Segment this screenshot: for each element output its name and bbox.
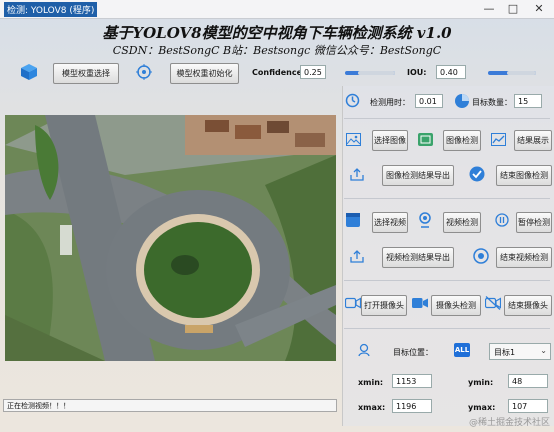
trend-chart-icon — [491, 133, 506, 146]
image-detect-icon — [418, 133, 433, 146]
pie-chart-icon — [455, 94, 469, 108]
close-icon[interactable]: ✕ — [528, 1, 550, 16]
export-video-results-button[interactable]: 视频检测结果导出 — [382, 247, 454, 268]
target-position-label: 目标位置： — [393, 348, 433, 357]
chevron-down-icon: ⌄ — [540, 346, 547, 355]
upload-icon — [350, 250, 364, 263]
detect-video-button[interactable]: 视频检测 — [443, 212, 481, 233]
maximize-icon[interactable]: □ — [502, 1, 524, 16]
xmin-value: 1153 — [392, 374, 432, 388]
xmax-label: xmax: — [358, 403, 386, 412]
target-icon — [136, 64, 152, 80]
xmax-value: 1196 — [392, 399, 432, 413]
xmin-label: xmin: — [358, 378, 384, 387]
show-results-button[interactable]: 结果展示 — [514, 130, 552, 151]
camera-off-icon — [485, 296, 501, 310]
ymin-value: 48 — [508, 374, 548, 388]
detect-image-button[interactable]: 图像检测 — [443, 130, 481, 151]
confidence-label: Confidence: — [252, 68, 306, 77]
open-camera-button[interactable]: 打开摄像头 — [361, 295, 407, 316]
page-title: 基于YOLOV8模型的空中视角下车辆检测系统 v1.0 — [102, 24, 452, 42]
camera-detect-icon — [412, 298, 428, 308]
window-title: 检测: YOLOV8 (程序) — [4, 2, 98, 17]
image-icon — [346, 133, 361, 146]
ymin-label: ymin: — [468, 378, 494, 387]
iou-input[interactable]: 0.40 — [436, 65, 466, 79]
iou-label: IOU: — [407, 68, 427, 77]
count-label: 目标数量： — [472, 98, 512, 107]
watermark: @稀土掘金技术社区 — [468, 418, 550, 428]
divider — [344, 198, 550, 199]
pause-detection-button[interactable]: 暂停检测 — [516, 212, 552, 233]
location-pin-icon — [358, 343, 370, 357]
export-image-results-button[interactable]: 图像检测结果导出 — [382, 165, 454, 186]
divider — [344, 280, 550, 281]
ymax-value: 107 — [508, 399, 548, 413]
page-subtitle: CSDN：BestSongC B站：Bestsongc 微信公众号：BestSo… — [112, 44, 442, 57]
upload-icon — [350, 168, 364, 181]
target-select-value: 目标1 — [494, 348, 516, 357]
aerial-roundabout-image — [5, 115, 336, 361]
iou-slider[interactable] — [488, 71, 536, 75]
ymax-label: ymax: — [468, 403, 496, 412]
cube-icon — [21, 64, 37, 80]
select-weights-button[interactable]: 模型权重选择 — [53, 63, 119, 84]
clock-icon — [345, 93, 360, 108]
webcam-icon — [419, 212, 431, 228]
detect-camera-button[interactable]: 摄像头检测 — [431, 295, 481, 316]
init-weights-button[interactable]: 模型权重初始化 — [170, 63, 239, 84]
camera-icon — [345, 297, 361, 309]
select-image-button[interactable]: 选择图像 — [372, 130, 408, 151]
select-video-button[interactable]: 选择视频 — [372, 212, 408, 233]
stop-circle-icon — [473, 248, 489, 264]
window-title-bar: 检测: YOLOV8 (程序) — □ ✕ — [0, 0, 554, 19]
video-file-icon — [346, 213, 360, 227]
time-value: 0.01 — [415, 94, 443, 108]
confidence-input[interactable]: 0.25 — [300, 65, 326, 79]
target-select[interactable]: 目标1 ⌄ — [489, 343, 551, 360]
confidence-slider[interactable] — [345, 71, 395, 75]
stop-camera-button[interactable]: 结束摄像头 — [504, 295, 552, 316]
status-bar: 正在检测视频！！！ — [3, 399, 337, 412]
time-label: 检测用时： — [370, 98, 410, 107]
divider — [344, 328, 550, 329]
divider — [344, 118, 550, 119]
minimize-icon[interactable]: — — [478, 1, 500, 16]
check-circle-icon — [469, 166, 485, 182]
all-targets-badge: ALL — [454, 343, 470, 357]
detection-image-view — [5, 115, 336, 361]
stop-video-detection-button[interactable]: 结束视频检测 — [496, 247, 552, 268]
pause-icon — [495, 213, 509, 227]
count-value: 15 — [514, 94, 542, 108]
stop-image-detection-button[interactable]: 结束图像检测 — [496, 165, 552, 186]
